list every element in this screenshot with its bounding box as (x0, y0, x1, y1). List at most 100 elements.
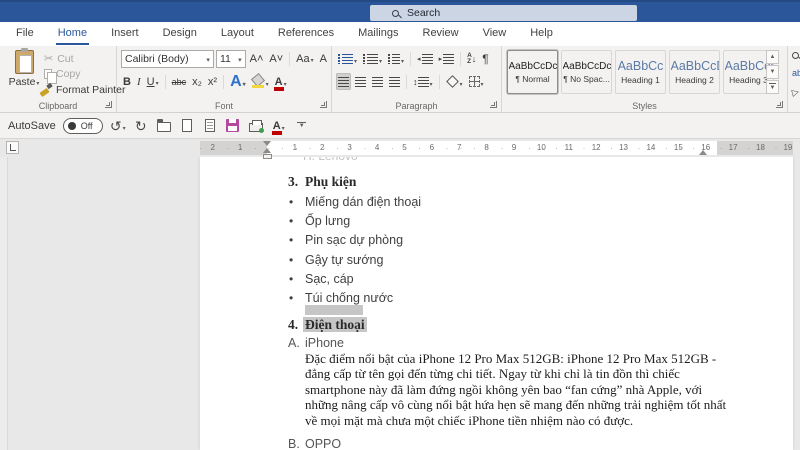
paragraph-line[interactable]: những nâng cấp vô cùng nổi bật hứa hẹn s… (305, 397, 726, 412)
font-size-combo[interactable]: 11 (216, 50, 246, 68)
left-indent-markers[interactable] (263, 141, 272, 159)
tab-stop-selector[interactable] (6, 141, 19, 154)
title-bar: TGDĐ.docx Search (0, 0, 800, 22)
align-center-icon (355, 77, 366, 87)
horizontal-ruler[interactable]: 2112345678910111213141516171819 (200, 141, 793, 155)
item-a-label[interactable]: iPhone (305, 336, 344, 350)
body-paragraph[interactable]: Đặc điểm nổi bật của iPhone 12 Pro Max 5… (305, 351, 726, 428)
tab-mailings[interactable]: Mailings (346, 22, 410, 46)
font-color-icon: A (275, 77, 283, 87)
tab-references[interactable]: References (266, 22, 346, 46)
save-button[interactable] (225, 116, 241, 136)
new-document-icon (182, 119, 192, 132)
bold-button[interactable]: B (121, 73, 133, 90)
increase-indent-button[interactable]: ▸ (437, 50, 457, 67)
search-box[interactable]: Search (370, 5, 637, 21)
paragraph-line[interactable]: Đặc điểm nổi bật của iPhone 12 Pro Max 5… (305, 351, 726, 366)
grow-font-button[interactable]: A˄ (248, 51, 266, 68)
ruler-number: 19 (774, 141, 793, 155)
text-highlight-button[interactable] (250, 73, 271, 90)
styles-dialog-launcher[interactable] (776, 101, 783, 108)
style-card[interactable]: AaBbCcDc ¶ Normal (507, 50, 558, 94)
paste-button[interactable]: Paste (6, 50, 42, 102)
format-painter-button[interactable]: Format Painter (40, 84, 125, 96)
superscript-button[interactable]: x² (206, 73, 219, 90)
ribbon-tab-bar: File Home Insert Design Layout Reference… (0, 22, 800, 46)
cut-button[interactable]: ✂ Cut (44, 52, 74, 65)
item-b-label[interactable]: OPPO (305, 437, 341, 450)
open-button[interactable] (156, 116, 172, 136)
borders-button[interactable] (467, 73, 486, 90)
style-card[interactable]: AaBbCc Heading 1 (615, 50, 666, 94)
change-case-button[interactable]: Aa (294, 51, 315, 68)
line-spacing-icon (418, 77, 429, 87)
copy-button[interactable]: Copy (44, 68, 81, 80)
tab-insert[interactable]: Insert (99, 22, 151, 46)
show-formatting-button[interactable]: ¶ (480, 50, 490, 67)
sort-button[interactable]: AZ↓ (465, 50, 478, 67)
clear-formatting-button[interactable]: A (318, 51, 329, 68)
group-paragraph: ◂ ▸ AZ↓ ¶ ↕ Paragraph (332, 46, 502, 112)
word-window: TGDĐ.docx Search File Home Insert Design… (0, 0, 800, 450)
numbering-button[interactable] (361, 50, 384, 67)
find-icon[interactable] (792, 52, 799, 59)
strikethrough-button[interactable]: abc (170, 73, 189, 90)
style-card[interactable]: AaBbCcD Heading 2 (669, 50, 720, 94)
styles-more-button[interactable]: ▼ (766, 80, 779, 94)
font-name-combo[interactable]: Calibri (Body) (121, 50, 214, 68)
bullets-button[interactable] (336, 50, 359, 67)
qat-font-color-button[interactable]: A (271, 116, 287, 136)
justify-button[interactable] (387, 73, 402, 90)
redo-button[interactable]: ↻ (133, 116, 149, 136)
underline-button[interactable]: U (145, 73, 161, 90)
quick-print-button[interactable] (248, 116, 264, 136)
align-center-button[interactable] (353, 73, 368, 90)
paragraph-dialog-launcher[interactable] (490, 101, 497, 108)
tab-help[interactable]: Help (518, 22, 565, 46)
font-color-button[interactable]: A (273, 73, 289, 90)
tab-layout[interactable]: Layout (209, 22, 266, 46)
style-card[interactable]: AaBbCcDc ¶ No Spac... (561, 50, 612, 94)
styles-scroll-down-button[interactable]: ▼ (766, 65, 779, 79)
section3-title[interactable]: Phụ kiện (305, 174, 356, 190)
tab-review[interactable]: Review (411, 22, 471, 46)
autosave-toggle[interactable]: Off (63, 118, 103, 134)
print-preview-icon (205, 119, 215, 132)
multilevel-list-button[interactable] (386, 50, 406, 67)
ruler-number: 11 (555, 141, 582, 155)
ruler-number: 6 (418, 141, 445, 155)
document-area: H. Lenovo 3. Phụ kiện Miếng dán điện tho… (0, 157, 800, 450)
paragraph-line[interactable]: đẳng cấp từ tên gọi đến từng chi tiết. N… (305, 366, 726, 381)
text-effects-button[interactable]: A (228, 73, 248, 90)
select-icon[interactable]: ▷ (791, 86, 800, 98)
font-dialog-launcher[interactable] (320, 101, 327, 108)
clipboard-dialog-launcher[interactable] (105, 101, 112, 108)
align-right-button[interactable] (370, 73, 385, 90)
paragraph-line[interactable]: smartphone này đã làm đứng ngồi không yê… (305, 382, 726, 397)
italic-button[interactable]: I (135, 73, 143, 90)
hanging-indent-marker[interactable] (263, 148, 271, 153)
tab-design[interactable]: Design (151, 22, 209, 46)
right-indent-marker[interactable] (699, 150, 707, 155)
line-spacing-button[interactable]: ↕ (411, 73, 435, 90)
section4-title[interactable]: Điện thoại (303, 317, 367, 333)
customize-qat-button[interactable]: ▼ (294, 116, 310, 136)
subscript-button[interactable]: x₂ (190, 73, 204, 90)
styles-scroll-up-button[interactable]: ▲ (766, 50, 779, 64)
paragraph-line[interactable]: về mọi mặt mà chưa một chiếc iPhone tiền… (305, 413, 726, 428)
print-preview-button[interactable] (202, 116, 218, 136)
tab-home[interactable]: Home (46, 22, 99, 46)
first-line-indent-marker[interactable] (263, 141, 271, 146)
new-document-button[interactable] (179, 116, 195, 136)
replace-icon[interactable]: ab (792, 68, 800, 78)
tab-view[interactable]: View (471, 22, 519, 46)
document-page[interactable]: H. Lenovo 3. Phụ kiện Miếng dán điện tho… (200, 157, 793, 450)
left-indent-box-marker[interactable] (263, 154, 272, 159)
shading-button[interactable] (444, 73, 465, 90)
decrease-indent-button[interactable]: ◂ (415, 50, 435, 67)
tab-file[interactable]: File (4, 22, 46, 46)
align-left-button[interactable] (336, 73, 351, 90)
shrink-font-button[interactable]: A˅ (267, 51, 285, 68)
copy-icon (44, 69, 52, 79)
undo-button[interactable]: ↺ (110, 116, 126, 136)
